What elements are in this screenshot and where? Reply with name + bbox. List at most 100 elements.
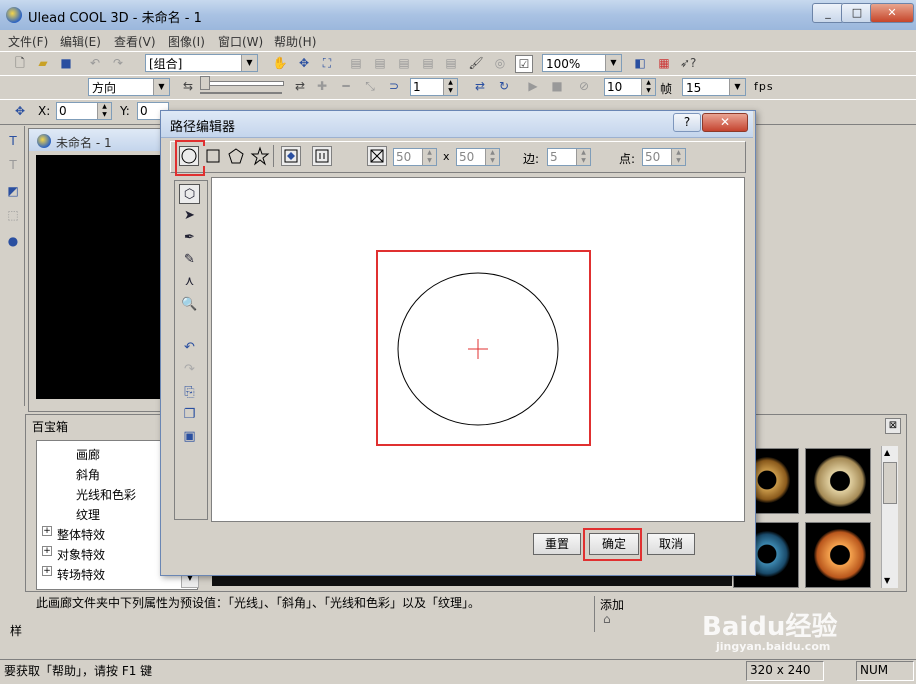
time-slider-track[interactable] (200, 81, 284, 86)
undo-icon[interactable]: ↶ (179, 338, 200, 358)
aspect-lock-button[interactable] (367, 146, 387, 166)
dialog-close-button[interactable]: ✕ (702, 113, 748, 132)
close-button[interactable]: ✕ (870, 3, 914, 23)
insert-shape-icon[interactable]: ◩ (5, 183, 21, 199)
select-object-icon[interactable]: ⛶ (319, 55, 335, 71)
tree-item-transition-fx[interactable]: 转场特效 (57, 566, 105, 583)
refresh-icon[interactable]: ↻ (496, 78, 512, 94)
align-icon-5[interactable]: ▤ (443, 55, 459, 71)
x-input[interactable]: 0 ▲ ▼ (56, 102, 112, 120)
cancel-button[interactable]: 取消 (647, 533, 695, 555)
play-icon[interactable]: ▶ (525, 78, 541, 94)
menu-view[interactable]: 查看(V) (114, 33, 156, 50)
expand-icon[interactable]: + (42, 566, 52, 576)
gallery-thumbnail[interactable] (805, 522, 871, 588)
align-icon-4[interactable]: ▤ (420, 55, 436, 71)
time-slider-thumb[interactable] (200, 76, 210, 90)
menu-window[interactable]: 窗口(W) (218, 33, 263, 50)
move-object-icon[interactable]: ✥ (12, 103, 28, 119)
expand-icon[interactable]: + (42, 526, 52, 536)
tree-item-texture[interactable]: 纹理 (76, 506, 100, 523)
restore-button[interactable]: □ (841, 3, 873, 23)
fps-select[interactable]: 15 ▼ (682, 78, 746, 96)
new-file-icon[interactable]: 🗋 (12, 55, 28, 71)
add-to-canvas-icon[interactable]: ⌂ (603, 612, 619, 626)
height-input[interactable]: 50 ▲ ▼ (456, 148, 500, 166)
tree-item-light-color[interactable]: 光线和色彩 (76, 486, 136, 503)
no-loop-icon[interactable]: ⊘ (576, 78, 592, 94)
scrollbar-thumb[interactable] (883, 462, 897, 504)
reset-button[interactable]: 重置 (533, 533, 581, 555)
menu-image[interactable]: 图像(I) (168, 33, 205, 50)
add-point-pen-icon[interactable]: ✎ (179, 250, 200, 270)
export-icon[interactable]: ▣ (179, 427, 200, 447)
scroll-up-icon[interactable]: ▲ (884, 448, 890, 457)
spinner-arrows-icon[interactable]: ▲ ▼ (641, 79, 655, 95)
scroll-down-icon[interactable]: ▼ (884, 576, 890, 585)
split-keyframe-icon[interactable]: ⤡ (362, 78, 378, 94)
menu-file[interactable]: 文件(F) (8, 33, 48, 50)
insert-geometry-icon[interactable]: ● (5, 233, 21, 249)
tree-item-gallery[interactable]: 画廊 (76, 446, 100, 463)
reverse-icon[interactable]: ⊃ (386, 78, 402, 94)
copy-icon[interactable]: ❐ (179, 405, 200, 425)
pointer-icon[interactable]: ➤ (179, 206, 200, 226)
render-canvas[interactable] (36, 155, 161, 399)
remove-keyframe-icon[interactable]: ━ (338, 78, 354, 94)
edit-shape-icon[interactable]: ⬚ (5, 207, 21, 223)
hand-icon[interactable]: ✋ (272, 55, 288, 71)
dialog-help-button[interactable]: ? (673, 113, 701, 132)
palette-icon[interactable]: ▦ (656, 55, 672, 71)
polygon-tool-button[interactable] (226, 146, 246, 166)
color-icon[interactable]: ◧ (632, 55, 648, 71)
spinner-arrows-icon[interactable]: ▲ ▼ (576, 149, 590, 165)
save-icon[interactable]: ■ (58, 55, 74, 71)
redo-icon[interactable]: ↷ (179, 360, 200, 380)
convert-point-icon[interactable]: ⋏ (179, 272, 200, 292)
minimize-button[interactable]: _ (812, 3, 844, 23)
spinner-arrows-icon[interactable]: ▲ ▼ (97, 103, 111, 119)
panel-close-icon[interactable]: ⊠ (885, 418, 901, 434)
menu-help[interactable]: 帮助(H) (274, 33, 316, 50)
spinner-arrows-icon[interactable]: ▲ ▼ (422, 149, 436, 165)
import-icon[interactable]: ⎘ (179, 383, 200, 403)
fit-view-button[interactable] (312, 146, 332, 166)
pan-arrows-icon[interactable]: ⇆ (180, 78, 196, 94)
zoom-icon[interactable]: 🔍 (179, 295, 200, 315)
expand-icon[interactable]: + (42, 546, 52, 556)
circle-path-drawing[interactable] (390, 265, 570, 435)
side-tab-label[interactable]: 样 (10, 622, 22, 639)
gallery-thumbnail[interactable] (805, 448, 871, 514)
spinner-arrows-icon[interactable]: ▲ ▼ (443, 79, 457, 95)
width-input[interactable]: 50 ▲ ▼ (393, 148, 437, 166)
redo-icon[interactable]: ↷ (110, 55, 126, 71)
align-icon-3[interactable]: ▤ (396, 55, 412, 71)
direction-select[interactable]: 方向 ▼ (88, 78, 170, 96)
view-toggle-icon[interactable]: ☑ (515, 55, 533, 73)
spinner-arrows-icon[interactable]: ▲ ▼ (485, 149, 499, 165)
pen-icon[interactable]: ✒ (179, 228, 200, 248)
paint-icon[interactable]: 🖌 (468, 55, 484, 71)
align-icon-2[interactable]: ▤ (372, 55, 388, 71)
object-group-select[interactable]: [组合] ▼ (145, 54, 258, 72)
points-input[interactable]: 50 ▲ ▼ (642, 148, 686, 166)
insert-text-icon[interactable]: T (5, 133, 21, 149)
globe-icon[interactable]: ◎ (492, 55, 508, 71)
stop-icon[interactable]: ■ (549, 78, 565, 94)
tree-item-object-fx[interactable]: 对象特效 (57, 546, 105, 563)
tree-item-bevel[interactable]: 斜角 (76, 466, 100, 483)
keyframe-arrows-icon[interactable]: ⇄ (292, 78, 308, 94)
polygon-select-tool[interactable]: ⬡ (179, 184, 200, 204)
edit-text-icon[interactable]: T (5, 157, 21, 173)
zoom-select[interactable]: 100% ▼ (542, 54, 622, 72)
rotate-object-icon[interactable]: ✥ (296, 55, 312, 71)
align-icon-1[interactable]: ▤ (348, 55, 364, 71)
sides-input[interactable]: 5 ▲ ▼ (547, 148, 591, 166)
spinner-arrows-icon[interactable]: ▲ ▼ (671, 149, 685, 165)
center-view-button[interactable] (281, 146, 301, 166)
undo-icon[interactable]: ↶ (87, 55, 103, 71)
rectangle-tool-button[interactable] (203, 146, 223, 166)
frame-input[interactable]: 1 ▲ ▼ (410, 78, 458, 96)
open-folder-icon[interactable]: ▰ (35, 55, 51, 71)
add-keyframe-icon[interactable]: ✚ (314, 78, 330, 94)
